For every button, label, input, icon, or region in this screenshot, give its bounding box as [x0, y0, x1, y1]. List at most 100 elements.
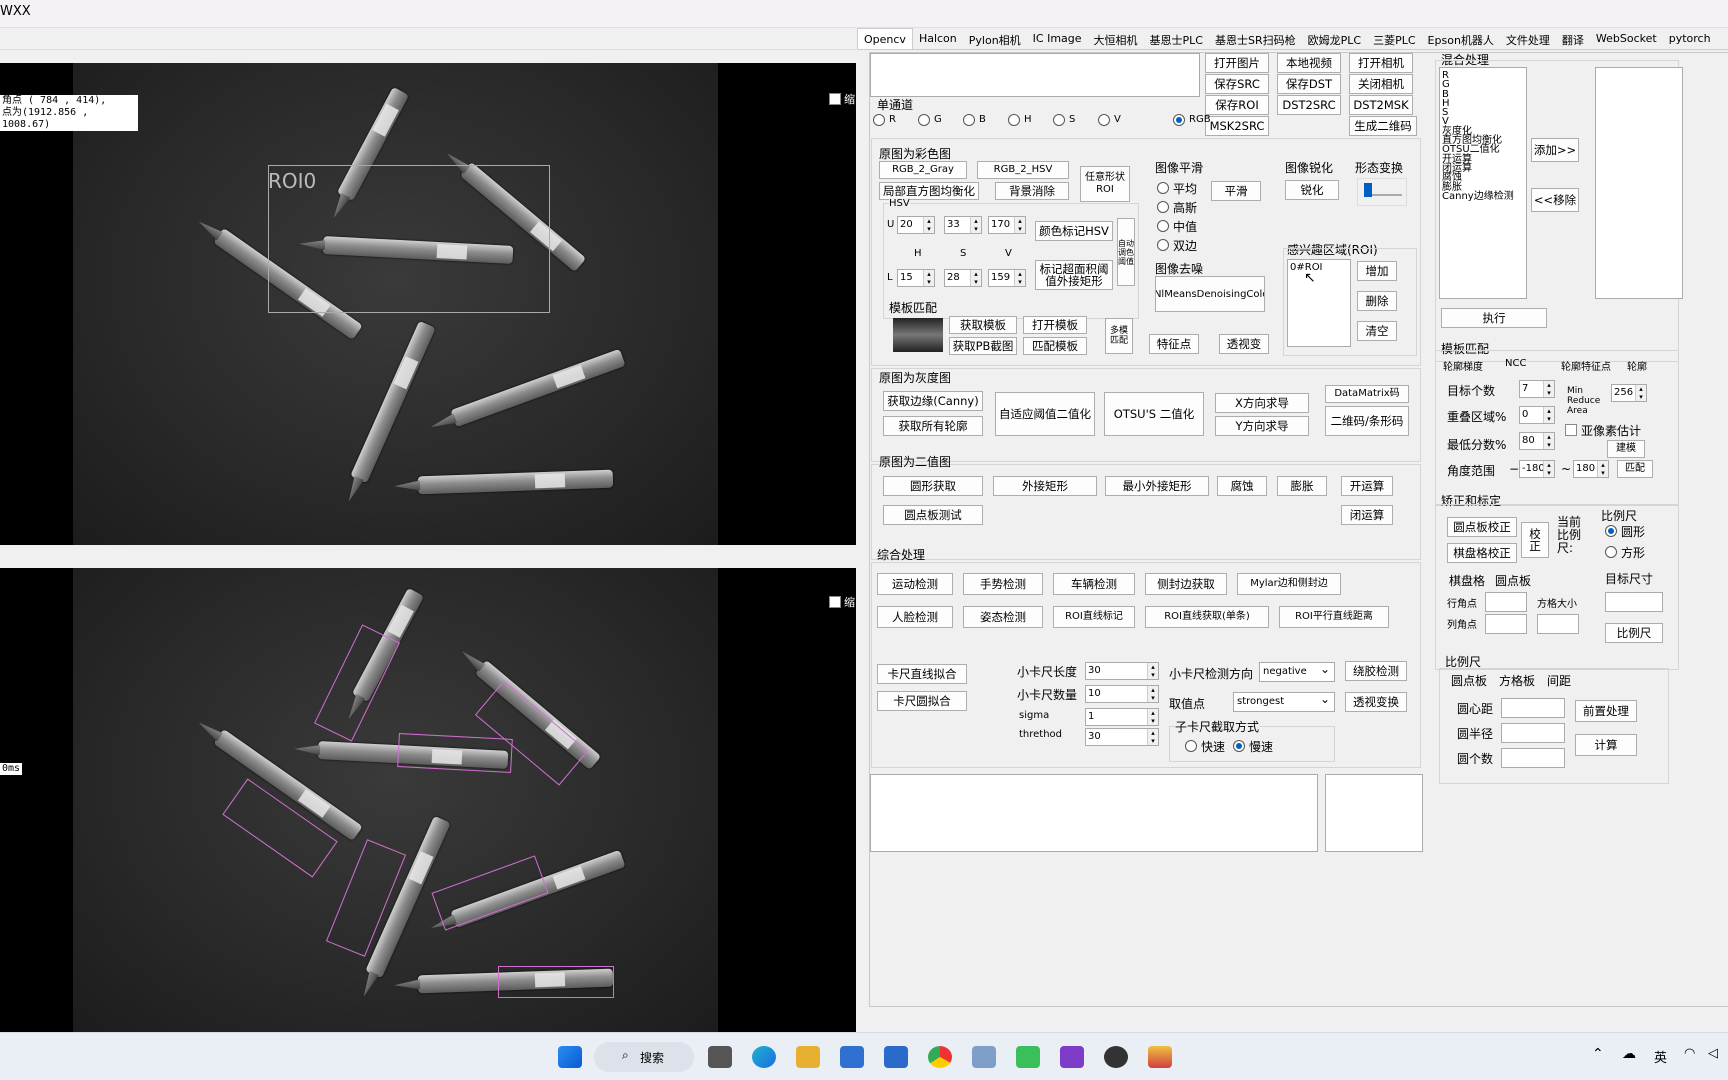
save-src-button[interactable]: 保存SRC [1205, 74, 1269, 94]
edge-browser-icon[interactable] [752, 1046, 776, 1068]
output-log-textbox[interactable] [870, 774, 1318, 852]
smooth-radio[interactable] [1157, 220, 1169, 232]
qr-barcode-button[interactable]: 二维码/条形码 [1325, 406, 1409, 436]
ime-indicator[interactable]: 英 [1654, 1047, 1667, 1066]
operation-item[interactable]: S [1442, 108, 1524, 118]
angle-from-spinner[interactable]: -180 [1519, 460, 1555, 478]
tab-5[interactable]: 基恩士PLC [1144, 28, 1209, 49]
open-camera-button[interactable]: 打开相机 [1349, 53, 1413, 73]
motion-detect-button[interactable]: 运动检测 [877, 573, 953, 595]
close-camera-button[interactable]: 关闭相机 [1349, 74, 1413, 94]
perspective-button[interactable]: 透视变 [1219, 334, 1269, 354]
operation-item[interactable]: H [1442, 98, 1524, 108]
tab-0[interactable]: Opencv [857, 28, 913, 49]
smooth-radio[interactable] [1157, 239, 1169, 251]
roi-parallel-distance-button[interactable]: ROI平行直线距离 [1279, 606, 1389, 628]
file-explorer-icon[interactable] [796, 1046, 820, 1068]
open-image-button[interactable]: 打开图片 [1205, 53, 1269, 73]
operation-item[interactable]: R [1442, 70, 1524, 80]
smooth-radio[interactable] [1157, 201, 1169, 213]
start-icon[interactable] [558, 1046, 582, 1068]
selected-operations-list[interactable] [1595, 67, 1683, 299]
y-derivative-button[interactable]: Y方向求导 [1215, 416, 1309, 436]
ratio-button[interactable]: 比例尺 [1605, 623, 1663, 643]
caliper-count-spinner[interactable]: 10 [1085, 685, 1159, 703]
tab-8[interactable]: 三菱PLC [1367, 28, 1421, 49]
row-corners-input[interactable] [1485, 592, 1527, 612]
upper-v-spinner[interactable]: 170 [988, 216, 1026, 234]
dst2msk-button[interactable]: DST2MSK [1349, 95, 1413, 115]
chrome-icon[interactable] [928, 1046, 952, 1068]
rgb2gray-button[interactable]: RGB_2_Gray [879, 161, 967, 179]
roi-list-item[interactable]: 0#ROI [1290, 262, 1348, 273]
gesture-detect-button[interactable]: 手势检测 [963, 573, 1043, 595]
channel-radio[interactable] [1173, 114, 1185, 126]
tab-7[interactable]: 欧姆龙PLC [1302, 28, 1367, 49]
preprocess-button[interactable]: 前置处理 [1575, 700, 1637, 722]
min-rect-button[interactable]: 最小外接矩形 [1105, 476, 1209, 496]
threshold-spinner[interactable]: 30 [1085, 728, 1159, 746]
photos-icon[interactable] [972, 1046, 996, 1068]
lower-h-spinner[interactable]: 15 [897, 269, 935, 287]
denoise-button[interactable]: fastNlMeansDenoisingColored [1155, 276, 1265, 312]
angle-to-spinner[interactable]: 180 [1573, 460, 1609, 478]
center-distance-input[interactable] [1501, 698, 1565, 718]
vehicle-detect-button[interactable]: 车辆检测 [1053, 573, 1135, 595]
otsu-button[interactable]: OTSU'S 二值化 [1104, 392, 1204, 436]
grid-size-input[interactable] [1537, 614, 1579, 634]
get-pb-button[interactable]: 获取PB截图 [949, 337, 1017, 355]
target-size-input[interactable] [1605, 592, 1663, 612]
smooth-button[interactable]: 平滑 [1211, 181, 1261, 201]
col-corners-input[interactable] [1485, 614, 1527, 634]
msk2src-button[interactable]: MSK2SRC [1205, 116, 1269, 136]
local-video-button[interactable]: 本地视频 [1277, 53, 1341, 73]
source-image-view[interactable]: ROI0 角点 ( 784 , 414), 点为(1912.856 , 1008… [0, 63, 856, 545]
calculate-button[interactable]: 计算 [1575, 734, 1637, 756]
erode-button[interactable]: 腐蚀 [1217, 476, 1267, 496]
min-score-spinner[interactable]: 80 [1519, 432, 1555, 450]
roi-line-mark-button[interactable]: ROI直线标记 [1053, 606, 1135, 628]
remove-operation-button[interactable]: <<移除 [1531, 188, 1579, 212]
background-removal-button[interactable]: 背景消除 [995, 182, 1069, 200]
cloud-icon[interactable]: ☁ [1622, 1046, 1636, 1062]
template-match-tab[interactable]: 轮廓梯度 [1443, 358, 1483, 373]
overlap-spinner[interactable]: 0 [1519, 406, 1555, 424]
pick-point-select[interactable]: strongest [1233, 690, 1335, 712]
square-radio[interactable] [1605, 546, 1617, 558]
target-count-spinner[interactable]: 7 [1519, 380, 1555, 398]
get-template-button[interactable]: 获取模板 [949, 316, 1017, 334]
execute-button[interactable]: 执行 [1441, 308, 1547, 328]
zoom-checkbox[interactable] [829, 93, 841, 105]
feature-point-button[interactable]: 特征点 [1149, 334, 1199, 354]
radius-input[interactable] [1501, 723, 1565, 743]
template-match-tab[interactable]: 轮廓特征点 [1561, 358, 1611, 373]
sharpen-button[interactable]: 锐化 [1285, 180, 1339, 200]
close-op-button[interactable]: 闭运算 [1341, 505, 1393, 525]
bounding-rect-button[interactable]: 外接矩形 [993, 476, 1097, 496]
tab-10[interactable]: 文件处理 [1500, 28, 1556, 49]
dilate-button[interactable]: 膨胀 [1277, 476, 1327, 496]
wifi-icon[interactable]: ◠ [1684, 1046, 1695, 1061]
chevron-up-icon[interactable]: ⌃ [1592, 1046, 1604, 1062]
circle-button[interactable]: 圆形获取 [883, 476, 983, 496]
match-template-button[interactable]: 匹配模板 [1023, 337, 1087, 355]
operation-item[interactable]: G [1442, 80, 1524, 90]
roi-add-button[interactable]: 增加 [1357, 261, 1397, 281]
visual-studio-icon[interactable] [1060, 1046, 1084, 1068]
chessboard-tab[interactable]: 棋盘格 [1449, 572, 1485, 589]
multi-match-button[interactable]: 多模匹配 [1105, 318, 1133, 354]
perspective-transform-button[interactable]: 透视变换 [1345, 692, 1407, 712]
upper-s-spinner[interactable]: 33 [944, 216, 982, 234]
auto-threshold-button[interactable]: 自动调色阈值 [1117, 218, 1135, 286]
open-op-button[interactable]: 开运算 [1341, 476, 1393, 496]
roi-line-single-button[interactable]: ROI直线获取(单条) [1145, 606, 1269, 628]
template-match-tab[interactable]: NCC [1505, 358, 1526, 369]
caliper-circle-button[interactable]: 卡尺圆拟合 [877, 691, 967, 711]
tab-13[interactable]: pytorch [1663, 28, 1717, 49]
slider-thumb[interactable] [1364, 183, 1372, 197]
tab-12[interactable]: WebSocket [1590, 28, 1663, 49]
tab-6[interactable]: 基恩士SR扫码枪 [1209, 28, 1302, 49]
roi-delete-button[interactable]: 删除 [1357, 291, 1397, 311]
save-roi-button[interactable]: 保存ROI [1205, 95, 1269, 115]
dot-calibration-button[interactable]: 圆点板校正 [1447, 517, 1517, 537]
